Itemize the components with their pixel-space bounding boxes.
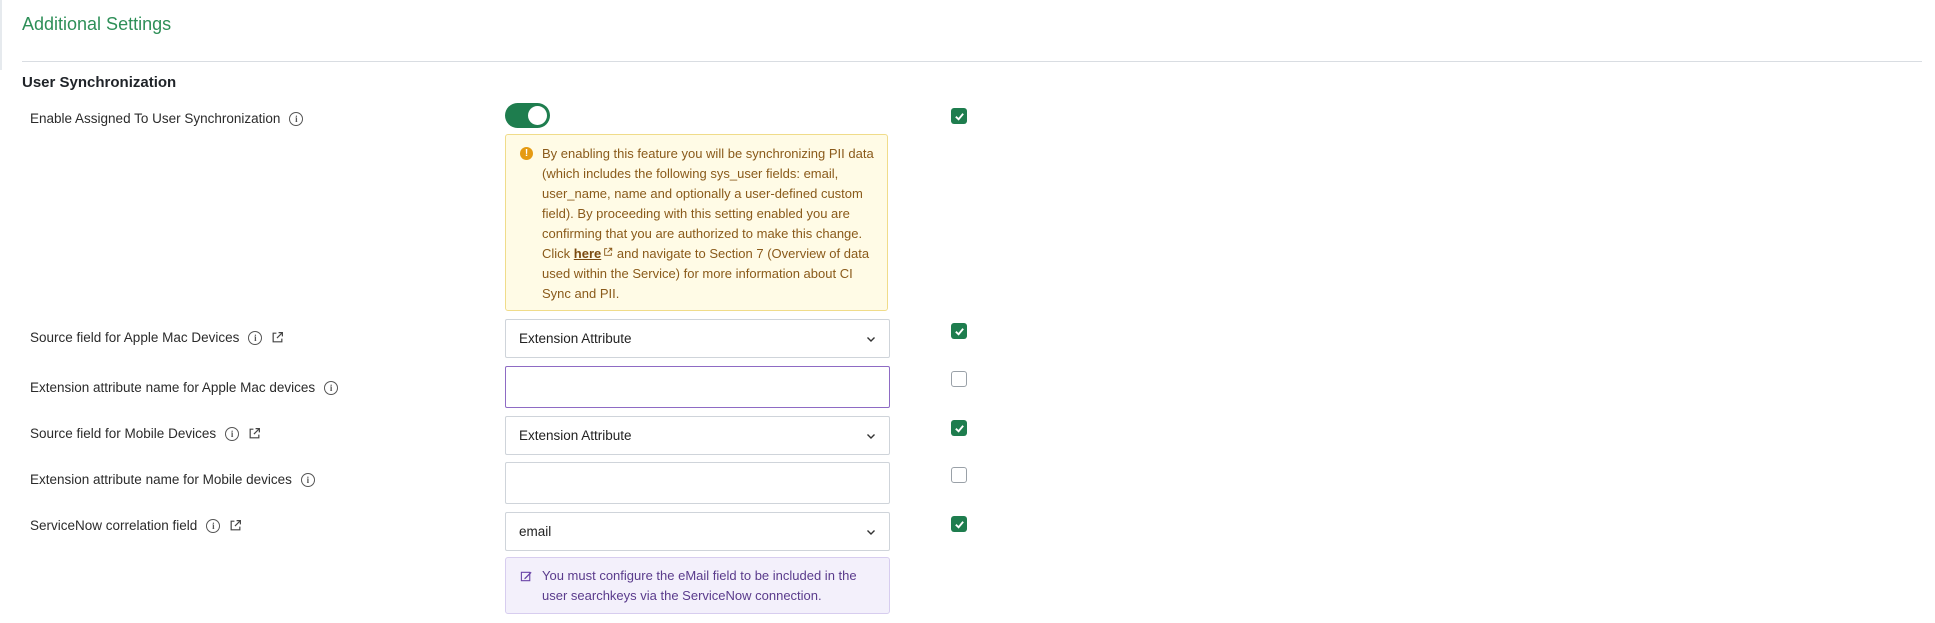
chevron-down-icon [867, 434, 875, 439]
info-icon[interactable]: i [225, 426, 240, 441]
warning-icon: ! [520, 147, 533, 160]
external-link-icon[interactable] [248, 427, 261, 440]
edit-note-icon [520, 571, 532, 582]
ext-attr-mac-label-row: Extension attribute name for Apple Mac d… [30, 380, 339, 395]
correlation-value: email [519, 524, 552, 539]
info-icon[interactable]: i [289, 111, 304, 126]
ext-attr-mobile-label: Extension attribute name for Mobile devi… [30, 472, 292, 487]
warning-text-before: By enabling this feature you will be syn… [542, 146, 874, 261]
title-divider [22, 61, 1922, 62]
section-title: User Synchronization [22, 74, 177, 91]
external-link-icon[interactable] [271, 331, 284, 344]
ext-attr-mac-checkbox[interactable] [951, 371, 967, 387]
left-rule [0, 0, 2, 70]
ext-attr-mobile-label-row: Extension attribute name for Mobile devi… [30, 472, 315, 487]
ext-attr-mobile-input[interactable] [505, 462, 890, 504]
chevron-down-icon [867, 530, 875, 535]
source-mac-checkbox[interactable] [951, 323, 967, 339]
enable-sync-label-row: Enable Assigned To User Synchronization … [30, 111, 304, 126]
info-icon[interactable]: i [300, 472, 315, 487]
info-icon[interactable]: i [206, 518, 221, 533]
checkmark-icon [954, 112, 964, 121]
source-mac-label-row: Source field for Apple Mac Devices i [30, 330, 284, 345]
ext-attr-mac-input[interactable] [505, 366, 890, 408]
source-mac-value: Extension Attribute [519, 331, 632, 346]
email-config-note: You must configure the eMail field to be… [505, 557, 890, 614]
enable-sync-label: Enable Assigned To User Synchronization [30, 111, 281, 126]
info-icon[interactable]: i [324, 380, 339, 395]
source-mobile-select[interactable]: Extension Attribute [505, 416, 890, 455]
correlation-select[interactable]: email [505, 512, 890, 551]
enable-sync-checkbox[interactable] [951, 108, 967, 124]
page-title: Additional Settings [22, 14, 172, 34]
pii-warning-box: ! By enabling this feature you will be s… [505, 134, 888, 311]
email-config-note-text: You must configure the eMail field to be… [542, 568, 857, 603]
pii-warning-text: By enabling this feature you will be syn… [542, 144, 882, 304]
correlation-label-row: ServiceNow correlation field i [30, 518, 242, 533]
source-mac-label: Source field for Apple Mac Devices [30, 330, 240, 345]
ext-attr-mac-label: Extension attribute name for Apple Mac d… [30, 380, 316, 395]
external-link-icon [604, 247, 613, 256]
source-mobile-label: Source field for Mobile Devices [30, 426, 217, 441]
source-mobile-checkbox[interactable] [951, 420, 967, 436]
correlation-checkbox[interactable] [951, 516, 967, 532]
checkmark-icon [954, 327, 964, 336]
here-link[interactable]: here [574, 246, 601, 261]
source-mobile-label-row: Source field for Mobile Devices i [30, 426, 261, 441]
info-icon[interactable]: i [248, 330, 263, 345]
external-link-icon[interactable] [229, 519, 242, 532]
chevron-down-icon [867, 337, 875, 342]
source-mobile-value: Extension Attribute [519, 428, 632, 443]
correlation-label: ServiceNow correlation field [30, 518, 198, 533]
ext-attr-mobile-checkbox[interactable] [951, 467, 967, 483]
additional-settings-page: Additional Settings User Synchronization… [0, 0, 1935, 623]
toggle-knob [528, 106, 547, 125]
source-mac-select[interactable]: Extension Attribute [505, 319, 890, 358]
checkmark-icon [954, 520, 964, 529]
checkmark-icon [954, 424, 964, 433]
enable-sync-toggle[interactable] [505, 103, 550, 128]
